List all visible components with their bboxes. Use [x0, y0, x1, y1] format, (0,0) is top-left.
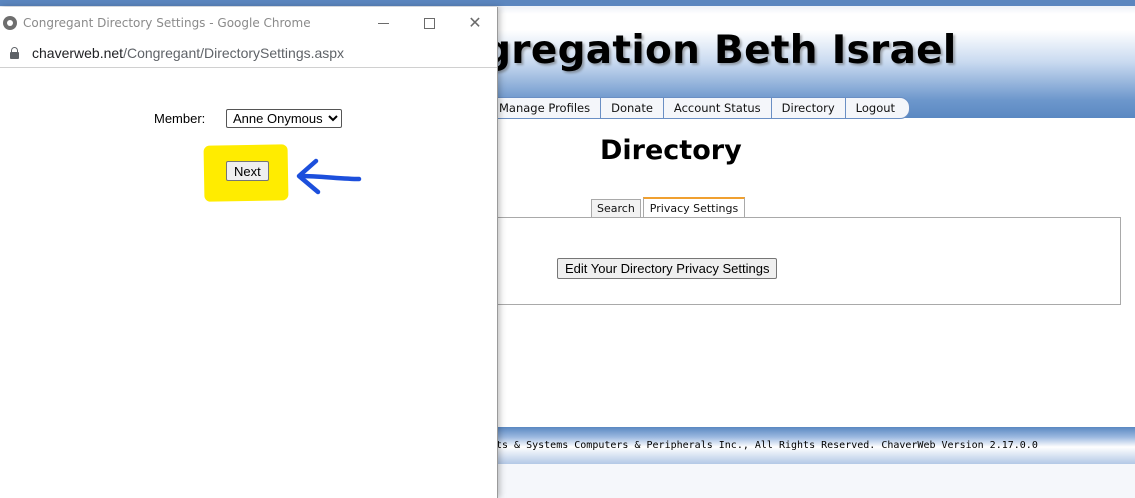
lock-icon[interactable]	[10, 47, 19, 59]
popup-window: Congregant Directory Settings - Google C…	[0, 7, 498, 498]
tab-strip: Search Privacy Settings	[591, 197, 747, 218]
window-title: Congregant Directory Settings - Google C…	[23, 16, 311, 30]
url-path: /Congregant/DirectorySettings.aspx	[123, 45, 345, 61]
nav-account-status[interactable]: Account Status	[664, 98, 772, 118]
nav-logout[interactable]: Logout	[846, 98, 909, 118]
maximize-button[interactable]	[414, 13, 444, 33]
close-button[interactable]: ✕	[460, 13, 490, 33]
url-text[interactable]: chaverweb.net/Congregant/DirectorySettin…	[32, 45, 344, 61]
address-bar[interactable]: chaverweb.net/Congregant/DirectorySettin…	[0, 39, 497, 68]
nav-directory[interactable]: Directory	[772, 98, 846, 118]
next-button[interactable]: Next	[226, 161, 269, 181]
member-select[interactable]: Anne Onymous	[226, 109, 342, 128]
site-title: ngregation Beth Israel	[455, 28, 957, 73]
tab-privacy-settings[interactable]: Privacy Settings	[642, 197, 746, 218]
url-host: chaverweb.net	[32, 45, 124, 61]
minimize-button[interactable]	[368, 13, 398, 33]
footer-copyright: ts & Systems Computers & Peripherals Inc…	[496, 440, 1038, 451]
nav-manage-profiles[interactable]: Manage Profiles	[489, 98, 602, 118]
tab-search[interactable]: Search	[591, 199, 641, 218]
header-top-line	[0, 0, 1135, 6]
chrome-icon	[3, 16, 17, 30]
edit-privacy-settings-button[interactable]: Edit Your Directory Privacy Settings	[557, 258, 778, 279]
member-label: Member:	[154, 111, 206, 126]
arrow-left-icon	[296, 158, 362, 195]
minimize-icon	[377, 22, 389, 24]
page-title: Directory	[600, 135, 742, 166]
nav-bar: Manage Profiles Donate Account Status Di…	[488, 97, 911, 119]
nav-donate[interactable]: Donate	[601, 98, 664, 118]
window-titlebar[interactable]: Congregant Directory Settings - Google C…	[0, 7, 497, 39]
maximize-icon	[423, 17, 435, 29]
